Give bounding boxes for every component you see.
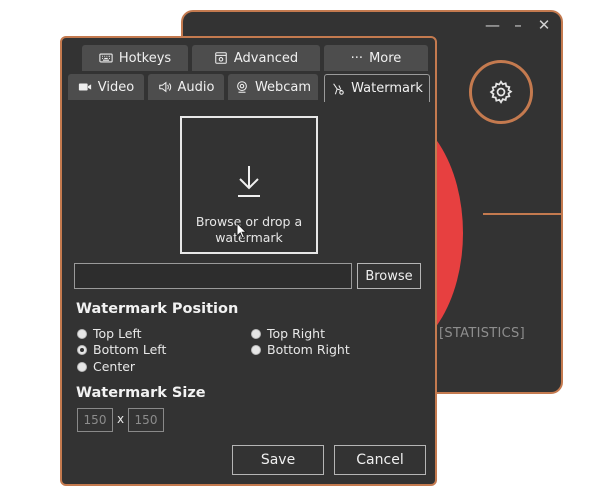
tab-more[interactable]: ··· More bbox=[324, 45, 428, 71]
watermark-icon bbox=[331, 82, 345, 96]
tab-label: Advanced bbox=[233, 50, 299, 66]
radio-top-right[interactable]: Top Right bbox=[251, 326, 325, 341]
watermark-size-title: Watermark Size bbox=[76, 385, 206, 401]
size-separator: x bbox=[117, 412, 125, 426]
radio-bottom-right[interactable]: Bottom Right bbox=[251, 342, 350, 357]
browse-button[interactable]: Browse bbox=[357, 263, 421, 289]
close-button[interactable]: ✕ bbox=[537, 16, 551, 34]
radio-indicator bbox=[77, 328, 87, 339]
tab-label: Video bbox=[97, 79, 135, 95]
tab-label: More bbox=[369, 50, 402, 66]
minimize-to-tray-button[interactable]: — bbox=[485, 16, 500, 34]
tab-label: Watermark bbox=[351, 81, 423, 96]
settings-window: Hotkeys Advanced ··· More Video Audio We… bbox=[60, 36, 437, 486]
radio-label: Bottom Right bbox=[267, 342, 350, 357]
watermark-position-title: Watermark Position bbox=[76, 301, 239, 317]
gear-icon bbox=[489, 80, 513, 104]
radio-indicator bbox=[77, 344, 87, 355]
tab-audio[interactable]: Audio bbox=[148, 74, 224, 100]
ellipsis-icon: ··· bbox=[350, 50, 364, 66]
speaker-icon bbox=[158, 80, 172, 94]
watermark-drop-zone[interactable]: Browse or drop a watermark bbox=[180, 116, 318, 254]
minimize-button[interactable]: – bbox=[511, 16, 525, 34]
title-bar-controls: — – ✕ bbox=[485, 16, 551, 34]
settings-button[interactable] bbox=[469, 60, 533, 124]
radio-top-left[interactable]: Top Left bbox=[77, 326, 142, 341]
save-button[interactable]: Save bbox=[232, 445, 324, 475]
tab-label: Audio bbox=[177, 79, 215, 95]
tab-label: Hotkeys bbox=[118, 50, 172, 66]
radio-label: Top Right bbox=[267, 326, 325, 341]
mouse-cursor-icon bbox=[236, 222, 248, 239]
download-arrow-icon bbox=[235, 162, 263, 204]
tab-label: Webcam bbox=[254, 79, 312, 95]
statistics-label: [STATISTICS] bbox=[439, 326, 525, 341]
divider bbox=[483, 213, 561, 215]
watermark-path-input[interactable] bbox=[74, 263, 352, 289]
radio-indicator bbox=[77, 361, 87, 372]
advanced-icon bbox=[214, 51, 228, 65]
tab-watermark[interactable]: Watermark bbox=[324, 74, 430, 102]
drop-zone-text: Browse or drop a watermark bbox=[195, 214, 303, 245]
radio-label: Center bbox=[93, 359, 136, 374]
radio-bottom-left[interactable]: Bottom Left bbox=[77, 342, 166, 357]
cancel-button[interactable]: Cancel bbox=[334, 445, 426, 475]
tab-video[interactable]: Video bbox=[68, 74, 144, 100]
keyboard-icon bbox=[99, 51, 113, 65]
webcam-icon bbox=[235, 80, 249, 94]
app-root: — – ✕ [STATISTICS] Hotkeys Advanced ··· … bbox=[0, 0, 610, 500]
radio-label: Top Left bbox=[93, 326, 142, 341]
watermark-height-input[interactable] bbox=[128, 408, 164, 432]
video-camera-icon bbox=[78, 80, 92, 94]
watermark-width-input[interactable] bbox=[77, 408, 113, 432]
radio-center[interactable]: Center bbox=[77, 359, 135, 374]
tab-webcam[interactable]: Webcam bbox=[228, 74, 318, 100]
tab-advanced[interactable]: Advanced bbox=[192, 45, 320, 71]
tab-hotkeys[interactable]: Hotkeys bbox=[82, 45, 188, 71]
radio-label: Bottom Left bbox=[93, 342, 167, 357]
radio-indicator bbox=[251, 344, 261, 355]
radio-indicator bbox=[251, 328, 261, 339]
